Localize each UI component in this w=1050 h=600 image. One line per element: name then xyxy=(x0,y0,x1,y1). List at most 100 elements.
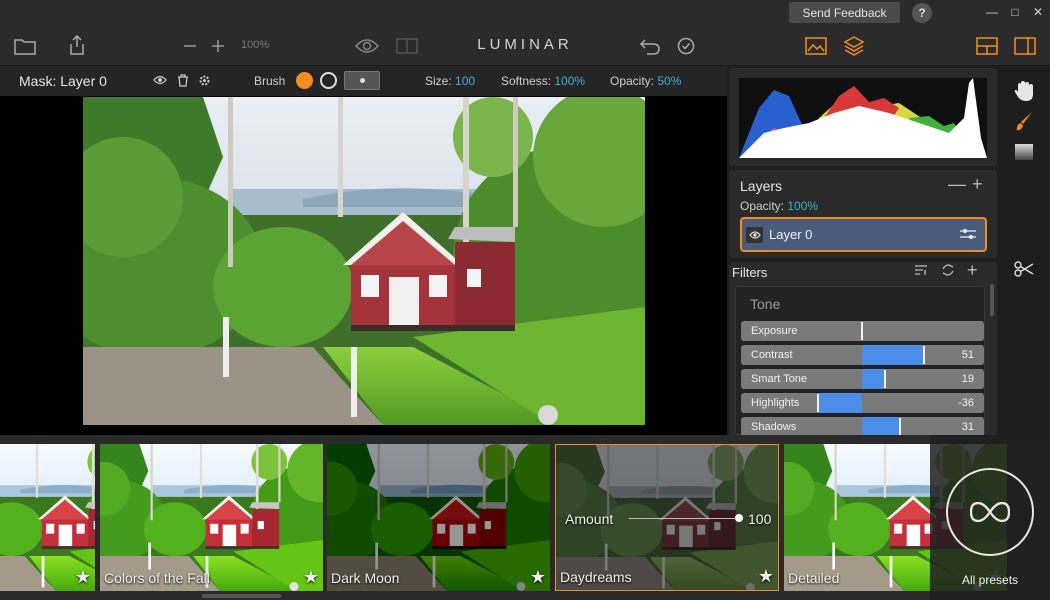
zoom-in-icon[interactable] xyxy=(211,39,225,53)
brush-opacity-label: Opacity: xyxy=(610,74,655,88)
close-button[interactable]: ✕ xyxy=(1029,4,1047,20)
amount-slider-track[interactable] xyxy=(629,518,739,519)
amount-value: 100 xyxy=(748,511,772,527)
main-photo[interactable] xyxy=(83,97,645,425)
panel-icon[interactable] xyxy=(1014,37,1036,55)
slider-value: 19 xyxy=(961,373,974,385)
layer-settings-icon[interactable] xyxy=(959,228,977,243)
canvas-area[interactable]: Mask: Layer 0 Brush Size: 100 Softness: … xyxy=(0,66,727,435)
brush-erase-mode[interactable] xyxy=(320,72,337,89)
send-feedback-button[interactable]: Send Feedback xyxy=(789,2,900,23)
gear-icon[interactable] xyxy=(198,74,211,90)
amount-slider-handle[interactable] xyxy=(735,514,743,522)
app-title: LUMINAR xyxy=(477,36,573,53)
slider-fill xyxy=(862,417,900,435)
filters-title: Filters xyxy=(732,265,768,280)
slider-value: 31 xyxy=(961,421,974,433)
scissors-icon[interactable] xyxy=(1014,261,1034,277)
slider-fill xyxy=(818,393,862,413)
favorite-star-icon[interactable]: ★ xyxy=(530,567,546,588)
minimize-button[interactable]: — xyxy=(983,4,1001,20)
layout-icon[interactable] xyxy=(976,37,998,55)
brush-size[interactable]: Size: 100 xyxy=(425,74,475,88)
compare-icon[interactable] xyxy=(396,38,418,54)
layer-visibility-icon[interactable] xyxy=(746,227,763,243)
slider-contrast[interactable]: Contrast 51 xyxy=(741,345,984,365)
slider-handle[interactable] xyxy=(898,418,901,435)
tone-title[interactable]: Tone xyxy=(750,296,780,312)
layers-panel: Layers — + Opacity: 100% Layer 0 xyxy=(729,170,997,258)
favorite-star-icon[interactable]: ★ xyxy=(303,567,319,588)
histogram-panel xyxy=(729,68,997,166)
slider-value: -36 xyxy=(958,397,974,409)
filters-panel: Filters + Tone Exposure Contrast 51 Smart T… xyxy=(729,262,997,435)
layer-opacity[interactable]: Opacity: 100% xyxy=(740,199,818,213)
image-icon[interactable] xyxy=(805,36,827,56)
add-layer-button[interactable]: + xyxy=(972,175,983,193)
brush-paint-mode[interactable] xyxy=(296,72,313,89)
preset-thumbnail[interactable]: Daydreams ★ Amount 100 xyxy=(555,444,779,591)
eye-icon[interactable] xyxy=(153,74,167,89)
zoom-out-icon[interactable] xyxy=(183,39,197,53)
preset-thumbnail[interactable]: Colors of the Fall ★ xyxy=(100,444,323,591)
sort-filters-icon[interactable] xyxy=(914,264,928,279)
preset-thumbnail[interactable]: Dark Moon ★ xyxy=(327,444,550,591)
filters-scrollbar[interactable] xyxy=(990,284,994,316)
slider-handle[interactable] xyxy=(817,394,820,412)
brush-softness-label: Softness: xyxy=(501,74,552,88)
amount-label: Amount xyxy=(565,511,614,527)
slider-handle[interactable] xyxy=(861,322,863,340)
hand-icon[interactable] xyxy=(1014,80,1034,102)
layer-row[interactable]: Layer 0 xyxy=(740,217,987,252)
preset-label: Dark Moon xyxy=(331,570,400,586)
trash-icon[interactable] xyxy=(177,74,189,90)
all-presets-button[interactable]: All presets xyxy=(930,435,1050,600)
preview-eye-icon[interactable] xyxy=(355,38,379,54)
brush-icon[interactable] xyxy=(1015,111,1033,131)
slider-handle[interactable] xyxy=(922,346,925,364)
preset-label: Colors of the Fall xyxy=(104,570,210,586)
preset-thumbnail[interactable]: ★ xyxy=(0,444,95,591)
preset-label: Daydreams xyxy=(560,569,632,585)
brush-opacity-value: 50% xyxy=(657,74,682,88)
slider-fill xyxy=(862,345,924,365)
gradient-icon[interactable] xyxy=(1015,144,1033,160)
tone-filter-group: Tone Exposure Contrast 51 Smart Tone 19 Highl… xyxy=(735,286,985,435)
remove-layer-button[interactable]: — xyxy=(948,175,966,193)
all-presets-label: All presets xyxy=(962,573,1019,587)
slider-exposure[interactable]: Exposure xyxy=(741,321,984,341)
zoom-level[interactable]: 100% xyxy=(241,39,269,51)
maximize-button[interactable]: □ xyxy=(1006,4,1024,20)
history-icon[interactable] xyxy=(677,37,695,55)
favorite-star-icon[interactable]: ★ xyxy=(758,566,774,587)
share-icon[interactable] xyxy=(69,35,85,55)
brush-opacity[interactable]: Opacity: 50% xyxy=(610,74,681,88)
right-panel: Layers — + Opacity: 100% Layer 0 Filters… xyxy=(727,66,999,435)
brush-softness[interactable]: Softness: 100% xyxy=(501,74,585,88)
slider-shadows[interactable]: Shadows 31 xyxy=(741,417,984,435)
help-button[interactable]: ? xyxy=(912,3,932,23)
slider-value: 51 xyxy=(961,349,974,361)
presets-strip: ★ Colors of the Fall ★ Dark Moon ★ Daydreams ★… xyxy=(0,435,1050,600)
slider-label: Highlights xyxy=(751,397,800,409)
slider-smart-tone[interactable]: Smart Tone 19 xyxy=(741,369,984,389)
layer-name: Layer 0 xyxy=(769,227,813,242)
layer-opacity-value: 100% xyxy=(787,199,819,213)
brush-size-label: Size: xyxy=(425,74,452,88)
favorite-star-icon[interactable]: ★ xyxy=(75,567,91,588)
refresh-filters-icon[interactable] xyxy=(941,264,955,279)
brush-size-dot-icon xyxy=(359,78,365,83)
brush-size-button[interactable] xyxy=(344,71,380,90)
add-filter-button[interactable]: + xyxy=(967,262,978,281)
undo-icon[interactable] xyxy=(639,36,661,56)
folder-icon[interactable] xyxy=(14,37,36,55)
brush-size-value: 100 xyxy=(455,74,476,88)
preset-image xyxy=(327,444,550,591)
slider-label: Contrast xyxy=(751,349,793,361)
layers-icon[interactable] xyxy=(843,35,865,57)
slider-handle[interactable] xyxy=(883,370,886,388)
presets-scrollbar[interactable] xyxy=(202,594,281,598)
slider-highlights[interactable]: Highlights -36 xyxy=(741,393,984,413)
main-toolbar: 100% LUMINAR xyxy=(0,26,1050,66)
histogram xyxy=(739,78,987,158)
